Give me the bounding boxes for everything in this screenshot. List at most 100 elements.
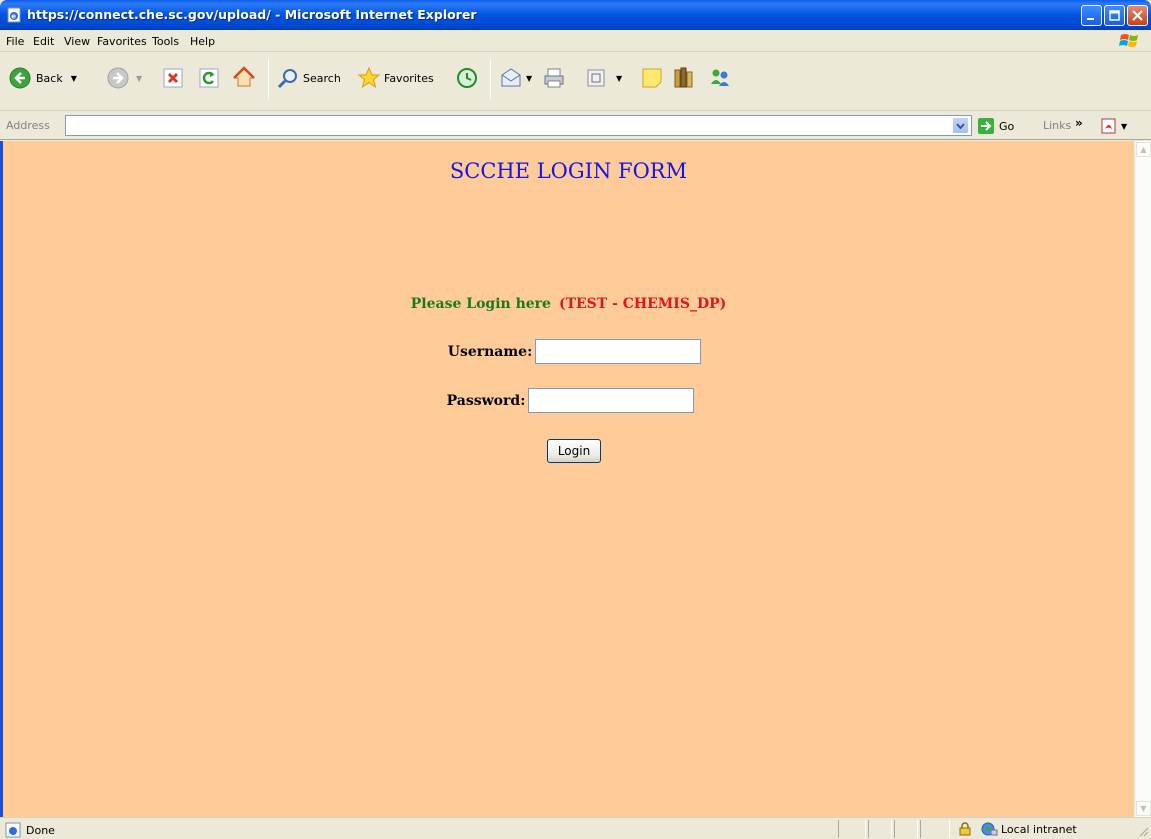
window-title: https://connect.che.sc.gov/upload/ - Mic…: [27, 7, 477, 22]
forward-arrow-icon: [107, 67, 129, 89]
home-button[interactable]: [232, 63, 256, 93]
history-icon: [457, 68, 477, 88]
status-pane: [868, 820, 892, 838]
home-icon: [233, 66, 255, 87]
address-bar: Address Go Links » ▼: [0, 112, 1151, 140]
environment-label: (TEST - CHEMIS_DP): [558, 296, 727, 312]
scroll-down-arrow-icon[interactable]: ▼: [1136, 801, 1151, 816]
minimize-icon: [1087, 18, 1094, 20]
edit-page-button[interactable]: ▼: [584, 63, 622, 93]
status-bar: Done Local intranet: [0, 817, 1151, 839]
windows-logo-icon: [1119, 34, 1138, 47]
login-prompt: Please Login here (TEST - CHEMIS_DP): [3, 296, 1134, 312]
maximize-button[interactable]: [1104, 5, 1125, 26]
favorites-star-icon: [357, 66, 381, 89]
back-arrow-icon: [9, 67, 31, 89]
sticky-note-icon: [642, 68, 662, 88]
go-button[interactable]: Go: [978, 118, 1014, 134]
go-arrow-icon: [978, 118, 994, 134]
print-icon: [544, 68, 564, 88]
status-pane: [894, 820, 918, 838]
mail-dropdown-icon[interactable]: ▼: [526, 74, 532, 83]
forward-dropdown-icon[interactable]: ▼: [136, 74, 142, 83]
menu-file[interactable]: File: [6, 35, 24, 48]
back-label: Back: [36, 71, 63, 85]
status-pane: [920, 820, 950, 838]
back-dropdown-icon[interactable]: ▼: [71, 74, 77, 83]
address-label: Address: [6, 119, 50, 132]
refresh-button[interactable]: [197, 63, 221, 93]
acrobat-dropdown-icon[interactable]: ▼: [1121, 122, 1127, 131]
history-button[interactable]: [455, 63, 479, 93]
forward-button[interactable]: ▼: [106, 63, 142, 93]
vertical-scrollbar[interactable]: ▲ ▼: [1134, 141, 1151, 817]
page-content: SCCHE LOGIN FORM Please Login here (TEST …: [3, 141, 1134, 817]
page-viewport: SCCHE LOGIN FORM Please Login here (TEST …: [0, 141, 1151, 817]
edit-page-icon: [587, 69, 605, 87]
login-prompt-text: Please Login here: [410, 296, 551, 312]
menu-tools[interactable]: Tools: [152, 35, 179, 48]
security-zone: Local intranet: [958, 821, 1077, 837]
username-colon: :: [527, 343, 533, 360]
search-label: Search: [303, 71, 341, 85]
favorites-label: Favorites: [384, 71, 434, 85]
chevron-down-icon: [956, 122, 965, 129]
username-label: Username: [447, 343, 528, 360]
maximize-icon: [1109, 10, 1120, 21]
minimize-button[interactable]: [1081, 5, 1102, 26]
username-input[interactable]: [535, 339, 702, 364]
zone-label: Local intranet: [1001, 822, 1077, 836]
page-title: SCCHE LOGIN FORM: [449, 159, 688, 183]
links-label[interactable]: Links: [1043, 119, 1071, 132]
mail-icon: [501, 68, 521, 87]
password-colon: :: [520, 392, 526, 409]
scroll-up-arrow-icon[interactable]: ▲: [1136, 142, 1151, 157]
status-text: Done: [26, 823, 55, 837]
toolbar-separator: [490, 59, 491, 99]
close-button[interactable]: [1127, 5, 1148, 26]
notes-button[interactable]: [640, 63, 664, 93]
menu-help[interactable]: Help: [190, 35, 215, 48]
password-label: Password: [446, 392, 521, 409]
menu-bar: File Edit View Favorites Tools Help: [0, 30, 1151, 52]
username-row: Username:: [3, 339, 1134, 364]
title-bar: e https://connect.che.sc.gov/upload/ - M…: [0, 0, 1151, 30]
research-books-icon: [674, 67, 693, 88]
ie-page-icon: e: [7, 7, 21, 23]
menu-favorites[interactable]: Favorites: [97, 35, 147, 48]
print-button[interactable]: [542, 63, 566, 93]
mail-button[interactable]: ▼: [499, 63, 532, 93]
search-icon: [277, 69, 297, 89]
messenger-button[interactable]: [708, 63, 732, 93]
menu-view[interactable]: View: [64, 35, 90, 48]
login-button[interactable]: Login: [547, 439, 601, 463]
stop-icon: [163, 68, 183, 88]
edit-dropdown-icon[interactable]: ▼: [616, 74, 622, 83]
intranet-globe-icon: [981, 822, 998, 836]
toolbar-separator: [268, 59, 269, 99]
lock-icon: [959, 822, 971, 836]
svg-text:e: e: [11, 13, 16, 21]
password-input[interactable]: [528, 388, 695, 413]
links-chevron-icon[interactable]: »: [1075, 116, 1083, 130]
research-button[interactable]: [672, 63, 696, 93]
address-dropdown-button[interactable]: [952, 117, 969, 134]
back-button[interactable]: Back ▼: [8, 63, 77, 93]
close-icon: [1132, 10, 1143, 21]
acrobat-button[interactable]: ▼: [1100, 117, 1127, 135]
resize-grip-icon[interactable]: [1137, 825, 1149, 837]
address-input[interactable]: [65, 115, 972, 136]
status-left: Done: [5, 822, 55, 838]
messenger-icon: [711, 69, 729, 86]
search-button[interactable]: Search: [276, 63, 341, 93]
stop-button[interactable]: [161, 63, 185, 93]
favorites-button[interactable]: Favorites: [357, 63, 434, 93]
refresh-icon: [199, 68, 219, 88]
toolbar: Back ▼ ▼ Search Favorites ▼ ▼: [0, 53, 1151, 111]
menu-edit[interactable]: Edit: [33, 35, 54, 48]
go-label: Go: [999, 119, 1015, 133]
status-pane: [838, 820, 866, 838]
acrobat-icon: [1101, 118, 1116, 134]
ie-done-icon: [5, 822, 21, 838]
password-row: Password:: [3, 388, 1134, 413]
